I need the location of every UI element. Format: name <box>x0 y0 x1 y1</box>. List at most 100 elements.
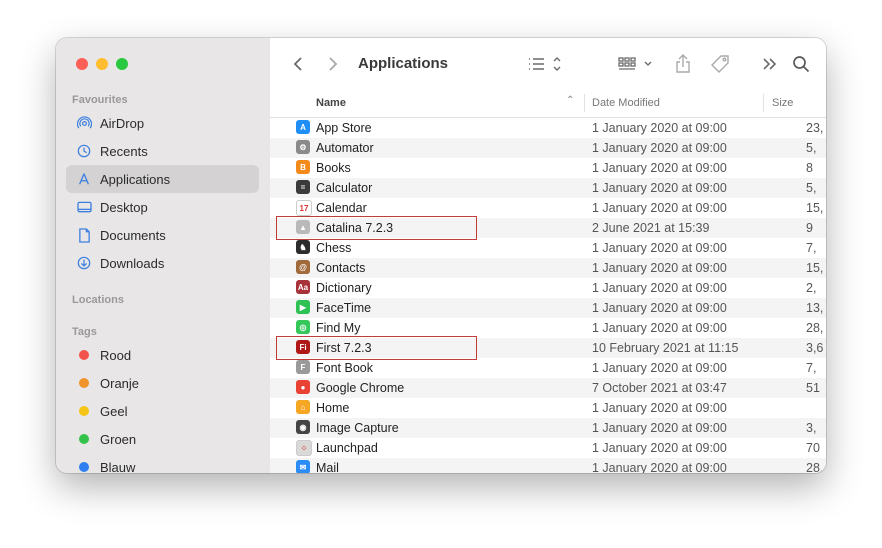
file-name: Automator <box>316 141 374 155</box>
file-name: Launchpad <box>316 441 378 455</box>
file-row[interactable]: = Calculator 1 January 2020 at 09:00 5, <box>270 178 826 198</box>
file-size: 9 <box>806 221 813 235</box>
file-name: Dictionary <box>316 281 372 295</box>
file-row[interactable]: ⚙ Automator 1 January 2020 at 09:00 5, <box>270 138 826 158</box>
share-icon[interactable] <box>673 52 693 76</box>
file-row[interactable]: ◉ Image Capture 1 January 2020 at 09:00 3, <box>270 418 826 438</box>
tag-icon[interactable] <box>709 53 733 75</box>
file-date: 1 January 2020 at 09:00 <box>592 241 727 255</box>
sidebar-item-downloads[interactable]: Downloads <box>66 249 259 277</box>
file-date: 1 January 2020 at 09:00 <box>592 421 727 435</box>
sidebar-item-recents[interactable]: Recents <box>66 137 259 165</box>
file-size: 51 <box>806 381 820 395</box>
app-icon: ◉ <box>296 420 310 434</box>
search-icon[interactable] <box>790 53 812 75</box>
file-name: Image Capture <box>316 421 399 435</box>
file-size: 5, <box>806 141 817 155</box>
sidebar-tag-blauw[interactable]: Blauw <box>66 453 259 473</box>
file-date: 1 January 2020 at 09:00 <box>592 201 727 215</box>
app-icon: ⁘ <box>296 440 312 456</box>
file-row[interactable]: ⌂ Home 1 January 2020 at 09:00 <box>270 398 826 418</box>
app-icon: ⌂ <box>296 400 310 414</box>
sidebar-item-airdrop[interactable]: AirDrop <box>66 109 259 137</box>
sidebar-item-label: Geel <box>100 403 128 419</box>
back-icon[interactable] <box>290 55 306 73</box>
file-date: 1 January 2020 at 09:00 <box>592 281 727 295</box>
file-date: 1 January 2020 at 09:00 <box>592 301 727 315</box>
app-icon: ✉ <box>296 460 310 473</box>
main-pane: Applications Name ⌃ Date Modified Size A… <box>270 38 826 473</box>
sidebar-tag-oranje[interactable]: Oranje <box>66 369 259 397</box>
file-date: 10 February 2021 at 11:15 <box>592 341 739 355</box>
locations-heading: Locations <box>72 294 124 306</box>
file-size: 7, <box>806 241 817 255</box>
close-button[interactable] <box>76 58 88 70</box>
file-row[interactable]: A App Store 1 January 2020 at 09:00 23, <box>270 118 826 138</box>
file-size: 23, <box>806 121 824 135</box>
sidebar-item-applications[interactable]: Applications <box>66 165 259 193</box>
file-name: Calendar <box>316 201 367 215</box>
group-icon[interactable] <box>616 54 656 74</box>
sidebar: Favourites AirDrop Recents Applications … <box>56 38 271 473</box>
file-row[interactable]: F Font Book 1 January 2020 at 09:00 7, <box>270 358 826 378</box>
app-icon: F <box>296 360 310 374</box>
column-divider[interactable] <box>763 94 764 112</box>
file-name: Mail <box>316 461 339 473</box>
file-date: 1 January 2020 at 09:00 <box>592 401 727 415</box>
file-name: Find My <box>316 321 361 335</box>
file-row[interactable]: Aa Dictionary 1 January 2020 at 09:00 2, <box>270 278 826 298</box>
date-column-header[interactable]: Date Modified <box>592 97 660 109</box>
app-icon: ⚙ <box>296 140 310 154</box>
file-date: 7 October 2021 at 03:47 <box>592 381 727 395</box>
sidebar-tag-geel[interactable]: Geel <box>66 397 259 425</box>
file-size: 15, <box>806 261 824 275</box>
file-size: 3,6 <box>806 341 824 355</box>
sort-chevron-icon[interactable]: ⌃ <box>566 95 574 106</box>
file-row[interactable]: ✉ Mail 1 January 2020 at 09:00 28, <box>270 458 826 473</box>
more-icon[interactable] <box>760 55 780 73</box>
app-icon: A <box>296 120 310 134</box>
file-row[interactable]: B Books 1 January 2020 at 09:00 8 <box>270 158 826 178</box>
sidebar-item-label: AirDrop <box>100 115 145 131</box>
window-controls <box>76 58 128 70</box>
size-column-header[interactable]: Size <box>772 97 793 109</box>
highlight-box <box>276 216 477 240</box>
sidebar-item-label: Blauw <box>100 459 136 474</box>
app-icon: ● <box>296 380 310 394</box>
name-column-header[interactable]: Name <box>316 97 346 109</box>
sidebar-tag-groen[interactable]: Groen <box>66 425 259 453</box>
document-icon <box>76 227 92 243</box>
forward-icon[interactable] <box>325 55 341 73</box>
tags-heading: Tags <box>72 326 97 338</box>
sidebar-item-desktop[interactable]: Desktop <box>66 193 259 221</box>
file-date: 1 January 2020 at 09:00 <box>592 361 727 375</box>
sidebar-item-label: Groen <box>100 431 137 447</box>
file-row[interactable]: ◎ Find My 1 January 2020 at 09:00 28, <box>270 318 826 338</box>
file-row[interactable]: ● Google Chrome 7 October 2021 at 03:47 51 <box>270 378 826 398</box>
sidebar-item-documents[interactable]: Documents <box>66 221 259 249</box>
file-date: 1 January 2020 at 09:00 <box>592 181 727 195</box>
file-date: 1 January 2020 at 09:00 <box>592 161 727 175</box>
toolbar: Applications <box>270 38 826 90</box>
file-date: 1 January 2020 at 09:00 <box>592 441 727 455</box>
app-icon: ▶ <box>296 300 310 314</box>
highlight-box <box>276 336 477 360</box>
sidebar-tag-rood[interactable]: Rood <box>66 341 259 369</box>
file-name: Books <box>316 161 351 175</box>
file-row[interactable]: @ Contacts 1 January 2020 at 09:00 15, <box>270 258 826 278</box>
file-row[interactable]: 17 Calendar 1 January 2020 at 09:00 15, <box>270 198 826 218</box>
file-row[interactable]: ♞ Chess 1 January 2020 at 09:00 7, <box>270 238 826 258</box>
airdrop-icon <box>76 115 92 131</box>
minimize-button[interactable] <box>96 58 108 70</box>
file-date: 1 January 2020 at 09:00 <box>592 141 727 155</box>
file-name: Font Book <box>316 361 373 375</box>
file-size: 70 <box>806 441 820 455</box>
file-row[interactable]: ⁘ Launchpad 1 January 2020 at 09:00 70 <box>270 438 826 458</box>
file-size: 28, <box>806 461 824 473</box>
file-row[interactable]: ▶ FaceTime 1 January 2020 at 09:00 13, <box>270 298 826 318</box>
zoom-button[interactable] <box>116 58 128 70</box>
column-divider[interactable] <box>584 94 585 112</box>
list-view-icon[interactable] <box>526 54 562 74</box>
file-name: FaceTime <box>316 301 372 315</box>
file-size: 2, <box>806 281 817 295</box>
